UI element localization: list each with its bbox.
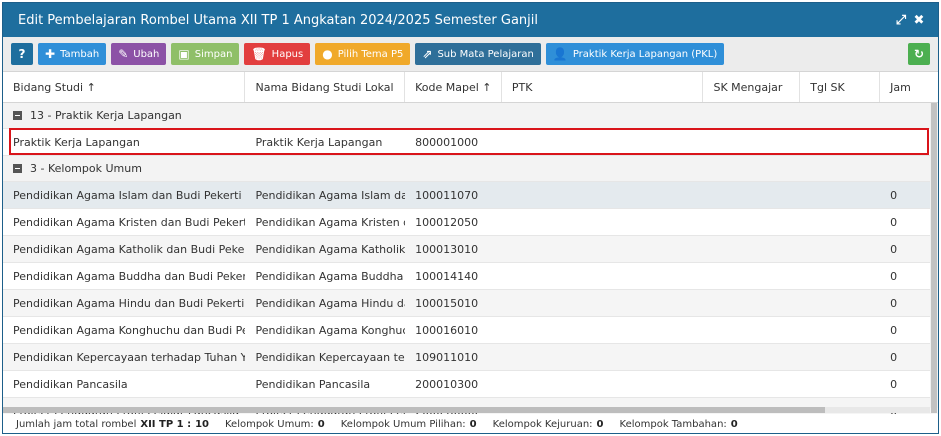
- kejuruan-label: Kelompok Kejuruan:: [492, 418, 593, 430]
- cell-nama-lokal: Pendidikan Agama Kristen da...: [255, 215, 405, 229]
- col-ptk[interactable]: PTK: [502, 72, 704, 102]
- pencil-icon: ✎: [118, 47, 129, 61]
- table-row[interactable]: Pendidikan Agama Katholik dan Budi Peker…: [3, 236, 938, 263]
- cell-bidang-studi: Pendidikan Agama Hindu dan Budi Pekerti: [13, 296, 245, 310]
- edit-pembelajaran-window: Edit Pembelajaran Rombel Utama XII TP 1 …: [2, 2, 939, 434]
- cell-bidang-studi: Pendidikan Agama Katholik dan Budi Peker…: [13, 242, 246, 256]
- toolbar: ? ✚ Tambah ✎ Ubah ▣ Simpan 🗑 Hapus ● Pilih Te…: [3, 37, 938, 72]
- col-tgl-sk[interactable]: Tgl SK: [800, 72, 881, 102]
- help-button[interactable]: ?: [11, 43, 33, 65]
- cell-kode-mapel: 100016010: [415, 323, 479, 337]
- cell-kode-mapel: 100011070: [415, 188, 479, 202]
- table-row[interactable]: Pendidikan Agama Islam dan Budi Pekerti P…: [3, 182, 938, 209]
- collapse-icon[interactable]: [13, 111, 22, 120]
- kejuruan-value: 0: [596, 418, 604, 430]
- sub-mapel-button[interactable]: ⇗ Sub Mata Pelajaran: [415, 43, 541, 65]
- col-kode-mapel[interactable]: Kode Mapel ↑: [405, 72, 502, 102]
- refresh-icon: ↻: [913, 47, 925, 61]
- footer-summary: Jumlah jam total rombel XII TP 1 : 10 Ke…: [3, 414, 938, 433]
- table-row[interactable]: Pendidikan Agama Buddha dan Budi Pekerti…: [3, 263, 938, 290]
- cell-bidang-studi: Praktik Kerja Lapangan: [13, 135, 140, 149]
- ubah-label: Ubah: [133, 48, 160, 60]
- cell-nama-lokal: Pendidikan Agama Buddha d...: [255, 269, 405, 283]
- cell-bidang-studi: Pendidikan Agama Konghuchu dan Budi Peke…: [13, 323, 245, 337]
- table-row[interactable]: Praktik Kerja Lapangan Praktik Kerja Lapa…: [3, 129, 938, 156]
- trash-icon: 🗑: [251, 47, 267, 61]
- total-value: 10: [195, 418, 209, 430]
- tambahan-value: 0: [730, 418, 738, 430]
- umum-label: Kelompok Umum:: [224, 418, 314, 430]
- hapus-label: Hapus: [271, 48, 304, 60]
- hapus-button[interactable]: 🗑 Hapus: [244, 43, 311, 65]
- horizontal-scrollbar-thumb[interactable]: [3, 407, 825, 413]
- help-icon: ?: [18, 47, 26, 61]
- pilih-tema-label: Pilih Tema P5: [337, 48, 404, 60]
- external-link-icon: ⇗: [422, 47, 433, 61]
- cell-kode-mapel: 109011010: [415, 350, 479, 364]
- chat-icon: ●: [322, 47, 333, 61]
- horizontal-scrollbar[interactable]: [3, 407, 930, 413]
- col-nama-lokal[interactable]: Nama Bidang Studi Lokal: [245, 72, 406, 102]
- grid-body: 13 - Praktik Kerja Lapangan Praktik Kerja…: [3, 103, 938, 425]
- cell-kode-mapel: 100012050: [415, 215, 479, 229]
- close-icon[interactable]: ✖: [910, 13, 928, 28]
- simpan-label: Simpan: [194, 48, 233, 60]
- save-icon: ▣: [178, 47, 190, 61]
- total-rombel: XII TP 1 :: [140, 418, 192, 430]
- cell-bidang-studi: Pendidikan Agama Kristen dan Budi Pekert…: [13, 215, 246, 229]
- pilih-tema-button[interactable]: ● Pilih Tema P5: [315, 43, 411, 65]
- pkl-button[interactable]: 👤 Praktik Kerja Lapangan (PKL): [545, 43, 725, 65]
- col-bidang-studi[interactable]: Bidang Studi ↑: [3, 72, 246, 102]
- ubah-button[interactable]: ✎ Ubah: [111, 43, 167, 65]
- cell-nama-lokal: Praktik Kerja Lapangan: [255, 135, 383, 149]
- sub-mapel-label: Sub Mata Pelajaran: [437, 48, 534, 60]
- vertical-scrollbar-thumb[interactable]: [931, 103, 937, 413]
- cell-nama-lokal: Pendidikan Kepercayaan terh...: [255, 350, 405, 364]
- total-label: Jumlah jam total rombel: [16, 418, 137, 430]
- cell-kode-mapel: 200010300: [415, 377, 479, 391]
- table-row[interactable]: Pendidikan Agama Kristen dan Budi Pekert…: [3, 209, 938, 236]
- tambah-label: Tambah: [60, 48, 100, 60]
- title-bar: Edit Pembelajaran Rombel Utama XII TP 1 …: [3, 3, 938, 37]
- cell-nama-lokal: Pendidikan Agama Konghuch...: [255, 323, 405, 337]
- user-add-icon: 👤: [552, 47, 568, 61]
- cell-bidang-studi: Pendidikan Agama Buddha dan Budi Pekerti: [13, 269, 246, 283]
- cell-kode-mapel: 100014140: [415, 269, 479, 283]
- collapse-icon[interactable]: [13, 164, 22, 173]
- cell-bidang-studi: Pendidikan Agama Islam dan Budi Pekerti: [13, 188, 242, 202]
- tambahan-label: Kelompok Tambahan:: [619, 418, 727, 430]
- cell-kode-mapel: 100015010: [415, 296, 479, 310]
- pilihan-label: Kelompok Umum Pilihan:: [340, 418, 466, 430]
- table-row[interactable]: Pendidikan Agama Hindu dan Budi Pekerti P…: [3, 290, 938, 317]
- tambah-button[interactable]: ✚ Tambah: [38, 43, 107, 65]
- vertical-scrollbar[interactable]: [930, 103, 938, 413]
- table-row[interactable]: Pendidikan Kepercayaan terhadap Tuhan YM…: [3, 344, 938, 371]
- group-label: 13 - Praktik Kerja Lapangan: [30, 109, 182, 122]
- simpan-button[interactable]: ▣ Simpan: [171, 43, 240, 65]
- cell-kode-mapel: 800001000: [415, 135, 479, 149]
- window-title: Edit Pembelajaran Rombel Utama XII TP 1 …: [18, 12, 538, 28]
- table-row[interactable]: Pendidikan Pancasila Pendidikan Pancasila…: [3, 371, 938, 398]
- pkl-label: Praktik Kerja Lapangan (PKL): [572, 48, 718, 60]
- pilihan-value: 0: [469, 418, 477, 430]
- cell-nama-lokal: Pendidikan Agama Islam dan...: [255, 188, 405, 202]
- plus-icon: ✚: [45, 47, 56, 61]
- cell-nama-lokal: Pendidikan Pancasila: [255, 377, 371, 391]
- cell-kode-mapel: 100013010: [415, 242, 479, 256]
- group-header[interactable]: 3 - Kelompok Umum: [3, 156, 938, 182]
- group-header[interactable]: 13 - Praktik Kerja Lapangan: [3, 103, 938, 129]
- group-label: 3 - Kelompok Umum: [30, 162, 142, 175]
- col-jam[interactable]: Jam: [880, 72, 938, 102]
- cell-bidang-studi: Pendidikan Kepercayaan terhadap Tuhan YM…: [13, 350, 245, 364]
- cell-nama-lokal: Pendidikan Agama Katholik d...: [255, 242, 406, 256]
- col-sk-mengajar[interactable]: SK Mengajar: [703, 72, 801, 102]
- table-row[interactable]: Pendidikan Agama Konghuchu dan Budi Peke…: [3, 317, 938, 344]
- grid-header: Bidang Studi ↑ Nama Bidang Studi Lokal K…: [3, 72, 938, 103]
- cell-nama-lokal: Pendidikan Agama Hindu dan...: [255, 296, 405, 310]
- umum-value: 0: [317, 418, 325, 430]
- cell-bidang-studi: Pendidikan Pancasila: [13, 377, 128, 391]
- expand-icon[interactable]: ⤢: [892, 13, 910, 28]
- refresh-button[interactable]: ↻: [908, 43, 930, 65]
